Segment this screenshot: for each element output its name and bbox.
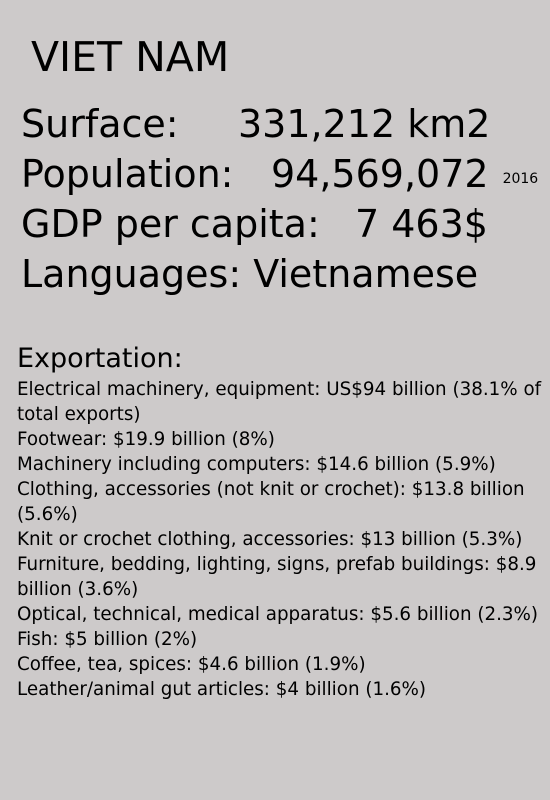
country-name: VIET NAM	[31, 33, 230, 81]
export-item: Coffee, tea, spices: $4.6 billion (1.9%)	[17, 654, 366, 675]
export-item: Fish: $5 billion (2%)	[17, 629, 198, 650]
export-item: Furniture, bedding, lighting, signs, pre…	[17, 554, 537, 600]
surface-label: Surface:	[21, 102, 179, 146]
export-item: Leather/animal gut articles: $4 billion …	[17, 679, 427, 700]
export-item: Optical, technical, medical apparatus: $…	[17, 604, 539, 625]
surface-row: Surface: 331,212 km2	[21, 99, 546, 149]
export-item: Footwear: $19.9 billion (8%)	[17, 429, 275, 450]
population-row: Population: 94,569,072 2016	[21, 149, 546, 199]
population-label: Population:	[21, 152, 234, 196]
country-info-card: VIET NAM Surface: 331,212 km2 Population…	[0, 0, 550, 800]
gdp-label: GDP per capita:	[21, 202, 320, 246]
export-item: Machinery including computers: $14.6 bil…	[17, 454, 496, 475]
gdp-row: GDP per capita: 7 463$	[21, 199, 546, 249]
exportation-title: Exportation:	[17, 343, 183, 374]
exportation-list: Electrical machinery, equipment: US$94 b…	[17, 377, 542, 702]
population-value: 94,569,072	[271, 152, 489, 196]
export-item: Knit or crochet clothing, accessories: $…	[17, 529, 523, 550]
population-year: 2016	[502, 171, 539, 187]
languages-row: Languages: Vietnamese	[21, 249, 546, 299]
export-item: Electrical machinery, equipment: US$94 b…	[17, 379, 542, 425]
languages-text: Languages: Vietnamese	[21, 252, 479, 296]
gdp-value: 7 463$	[355, 202, 488, 246]
key-facts: Surface: 331,212 km2 Population: 94,569,…	[21, 99, 546, 299]
exportation-section: Exportation: Electrical machinery, equip…	[17, 343, 542, 702]
export-item: Clothing, accessories (not knit or croch…	[17, 479, 525, 525]
surface-value: 331,212 km2	[238, 102, 491, 146]
